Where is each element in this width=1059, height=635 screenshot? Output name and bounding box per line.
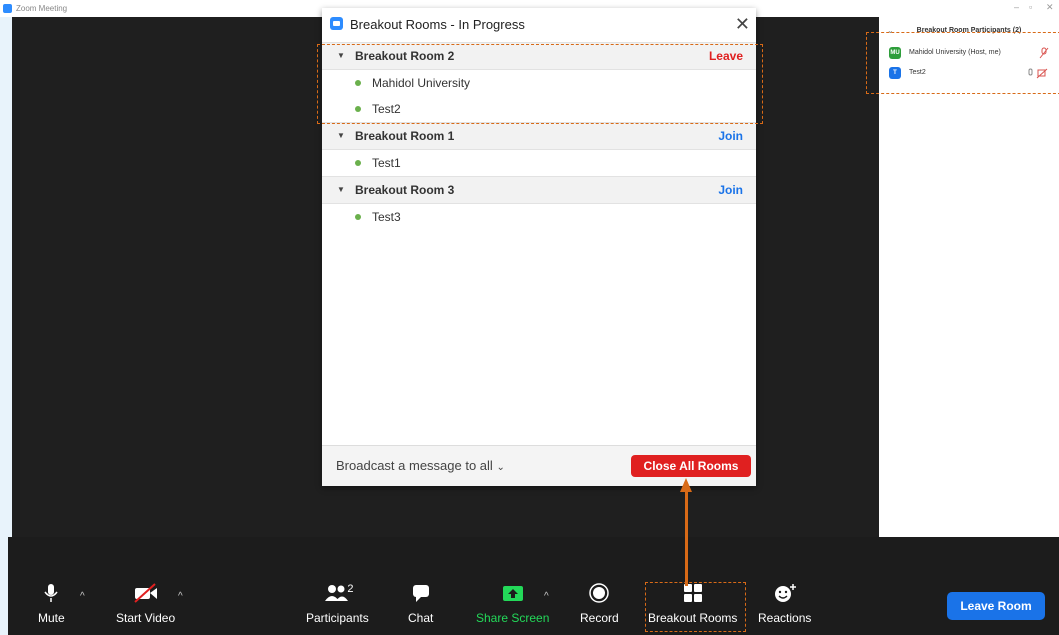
meeting-toolbar: Mute ^ Start Video ^ 2 Participants Chat… <box>8 537 1059 635</box>
status-dot-icon <box>355 214 361 220</box>
dialog-title: Breakout Rooms - In Progress <box>350 17 525 32</box>
room-header[interactable]: ▼ Breakout Room 3 Join <box>322 176 756 204</box>
start-video-label: Start Video <box>116 611 176 625</box>
record-button[interactable]: Record <box>580 583 619 625</box>
room-name: Breakout Room 1 <box>355 129 455 143</box>
breakout-button-highlight-box <box>645 582 746 632</box>
microphone-icon <box>44 584 58 602</box>
caret-up-icon[interactable]: ^ <box>544 591 549 602</box>
share-screen-icon <box>502 586 523 601</box>
record-icon <box>589 583 610 603</box>
join-room-link[interactable]: Join <box>718 129 743 143</box>
reactions-icon <box>774 584 796 602</box>
status-dot-icon <box>355 160 361 166</box>
zoom-logo-icon <box>3 4 12 13</box>
caret-down-icon[interactable]: ▼ <box>337 185 345 194</box>
join-room-link[interactable]: Join <box>718 183 743 197</box>
chevron-down-icon: ⌄ <box>496 462 505 473</box>
share-screen-label: Share Screen <box>476 611 550 625</box>
start-video-button[interactable]: Start Video <box>116 583 175 625</box>
list-item: Test3 <box>322 204 756 230</box>
mute-label: Mute <box>38 611 65 625</box>
zoom-logo-icon <box>330 17 343 30</box>
caret-up-icon[interactable]: ^ <box>80 591 85 602</box>
share-screen-button[interactable]: Share Screen <box>476 583 549 625</box>
participants-icon: 2 <box>317 583 357 603</box>
room-name: Breakout Room 3 <box>355 183 455 197</box>
chat-label: Chat <box>408 611 434 625</box>
chat-icon <box>412 585 429 602</box>
annotation-arrow <box>685 490 688 586</box>
window-title: Zoom Meeting <box>16 4 68 13</box>
record-label: Record <box>580 611 619 625</box>
restore-icon[interactable]: ▫ <box>1029 2 1032 12</box>
caret-down-icon[interactable]: ▼ <box>337 131 345 140</box>
member-name: Test3 <box>372 210 401 224</box>
caret-up-icon[interactable]: ^ <box>178 591 183 602</box>
panel-highlight-box <box>866 32 1059 94</box>
participants-panel: ⌄ Breakout Room Participants (2) MU Mahi… <box>879 17 1059 537</box>
room-header[interactable]: ▼ Breakout Room 1 Join <box>322 122 756 150</box>
participants-count: 2 <box>347 583 354 595</box>
broadcast-label: Broadcast a message to all <box>336 458 493 473</box>
participants-button[interactable]: 2 Participants <box>306 583 369 625</box>
member-name: Test1 <box>372 156 401 170</box>
room-highlight-box <box>317 44 763 124</box>
chat-button[interactable]: Chat <box>408 583 433 625</box>
reactions-label: Reactions <box>758 611 812 625</box>
close-all-rooms-button[interactable]: Close All Rooms <box>631 455 751 477</box>
broadcast-dropdown[interactable]: Broadcast a message to all ⌄ <box>336 458 505 473</box>
participants-label: Participants <box>306 611 369 625</box>
list-item: Test1 <box>322 150 756 176</box>
close-window-icon[interactable]: ✕ <box>1046 2 1054 13</box>
arrow-head-icon <box>680 478 692 492</box>
dialog-titlebar: Breakout Rooms - In Progress ✕ <box>330 14 750 34</box>
leave-room-button[interactable]: Leave Room <box>947 592 1045 620</box>
close-icon[interactable]: ✕ <box>735 14 750 35</box>
minimize-icon[interactable]: – <box>1014 2 1019 12</box>
mute-button[interactable]: Mute <box>38 583 65 625</box>
video-off-icon <box>133 583 157 603</box>
reactions-button[interactable]: Reactions <box>758 583 811 625</box>
